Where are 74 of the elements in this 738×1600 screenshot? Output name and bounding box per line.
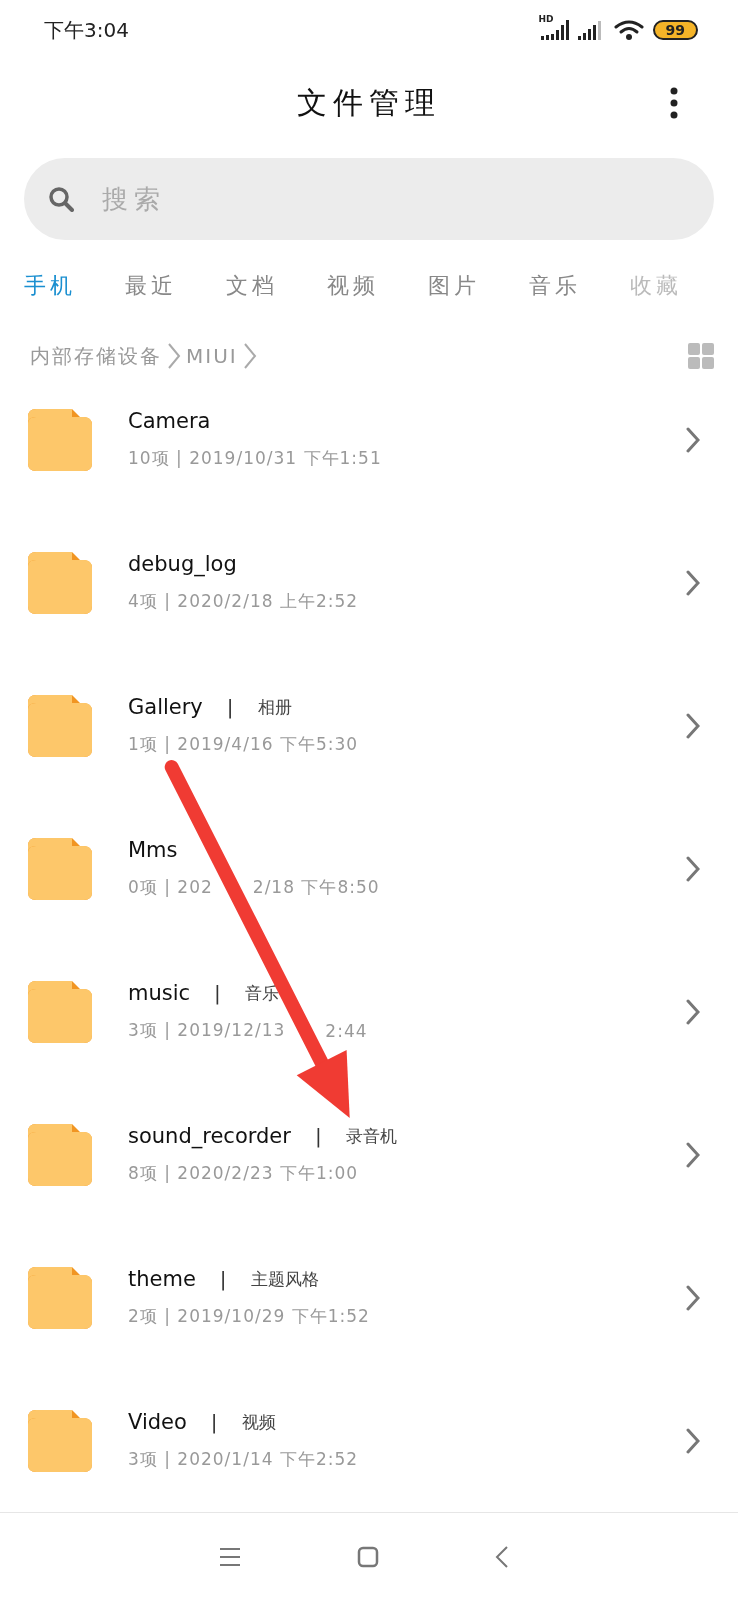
folder-icon (28, 1266, 92, 1329)
category-tab[interactable]: 文档 (226, 271, 327, 301)
chevron-icon (241, 342, 258, 370)
page-title: 文件管理 (297, 83, 441, 122)
folder-details: 2/18 下午8:50 (252, 876, 380, 899)
folder-alias: 音乐 (244, 981, 279, 1005)
folder-alias: 相册 (257, 695, 292, 719)
more-icon[interactable] (670, 87, 678, 119)
folder-details: 2:44 (325, 1020, 368, 1041)
folder-row[interactable]: theme | 主题风格 2项 | 2019/10/29 下午1:52 (0, 1226, 738, 1369)
category-tab[interactable]: 音乐 (529, 271, 630, 301)
breadcrumb-item[interactable]: MIUI (186, 344, 238, 368)
folder-icon (28, 1123, 92, 1186)
folder-details: 3项 | 2019/12/13 (128, 1019, 286, 1042)
folder-name: theme (128, 1267, 196, 1291)
folder-icon (28, 408, 92, 471)
folder-details: 10项 | 2019/10/31 下午1:51 (128, 447, 383, 470)
home-icon[interactable] (357, 1546, 379, 1568)
separator-mark: | (226, 695, 234, 719)
folder-icon (28, 837, 92, 900)
folder-alias: 视频 (241, 1410, 276, 1434)
folder-icon (28, 551, 92, 614)
folder-row[interactable]: Video | 视频 3项 | 2020/1/14 下午2:52 (0, 1369, 738, 1512)
separator-mark: | (214, 981, 221, 1005)
folder-name: debug_log (128, 552, 237, 576)
folder-row[interactable]: music | 音乐 3项 | 2019/12/13 2:44 (0, 940, 738, 1083)
chevron-icon (166, 342, 182, 370)
search-icon (48, 186, 74, 212)
chevron-icon (686, 1141, 700, 1168)
folder-row[interactable]: Camera 10项 | 2019/10/31 下午1:51 (0, 368, 738, 511)
folder-name: Camera (128, 409, 211, 433)
folder-icon (28, 980, 92, 1043)
category-tab[interactable]: 收藏 (630, 271, 682, 301)
folder-name: Gallery (128, 695, 203, 719)
folder-name: music (128, 981, 191, 1005)
folder-name: Video (128, 1410, 187, 1434)
separator-mark: | (219, 1267, 227, 1291)
chevron-icon (686, 426, 700, 453)
wifi-icon (612, 18, 645, 42)
chevron-icon (686, 1284, 700, 1311)
folder-row[interactable]: Mms 0项 | 202 2/18 下午8:50 (0, 797, 738, 940)
folder-details: 1项 | 2019/4/16 下午5:30 (128, 733, 360, 756)
category-tab[interactable]: 视频 (327, 271, 428, 301)
category-tab[interactable]: 最近 (125, 271, 226, 301)
breadcrumb-item[interactable]: 内部存储设备 (30, 342, 162, 370)
category-tab[interactable]: 手机 (24, 271, 125, 301)
folder-details: 2项 | 2019/10/29 下午1:52 (128, 1305, 371, 1328)
folder-row[interactable]: Gallery | 相册 1项 | 2019/4/16 下午5:30 (0, 654, 738, 797)
folder-details: 4项 | 2020/2/18 上午2:52 (128, 590, 360, 613)
chevron-icon (686, 1427, 700, 1454)
separator-mark: | (210, 1410, 218, 1434)
folder-icon (28, 694, 92, 757)
folder-alias: 主题风格 (250, 1267, 319, 1291)
folder-row[interactable]: debug_log 4项 | 2020/2/18 上午2:52 (0, 511, 738, 654)
folder-details: 0项 | 202 (128, 876, 213, 899)
folder-name: sound_recorder (128, 1124, 291, 1148)
chevron-icon (686, 998, 700, 1025)
folder-details: 8项 | 2020/2/23 下午1:00 (128, 1162, 360, 1185)
category-tab[interactable]: 图片 (428, 271, 529, 301)
chevron-icon (686, 712, 700, 739)
battery-indicator: 99 (652, 20, 698, 40)
chevron-icon (686, 855, 700, 882)
folder-details: 3项 | 2020/1/14 下午2:52 (128, 1448, 360, 1471)
folder-alias: 录音机 (345, 1124, 397, 1148)
folder-icon (28, 1409, 92, 1472)
folder-row[interactable]: sound_recorder | 录音机 8项 | 2020/2/23 下午1:00 (0, 1083, 738, 1226)
back-icon[interactable] (495, 1545, 509, 1569)
status-time: 下午3:04 (44, 16, 129, 44)
search-field[interactable]: 搜索 (24, 158, 714, 240)
separator-mark: | (314, 1124, 322, 1148)
chevron-icon (686, 569, 700, 596)
menu-icon[interactable] (219, 1547, 241, 1567)
network-label: HD (538, 14, 554, 24)
folder-name: Mms (128, 838, 178, 862)
